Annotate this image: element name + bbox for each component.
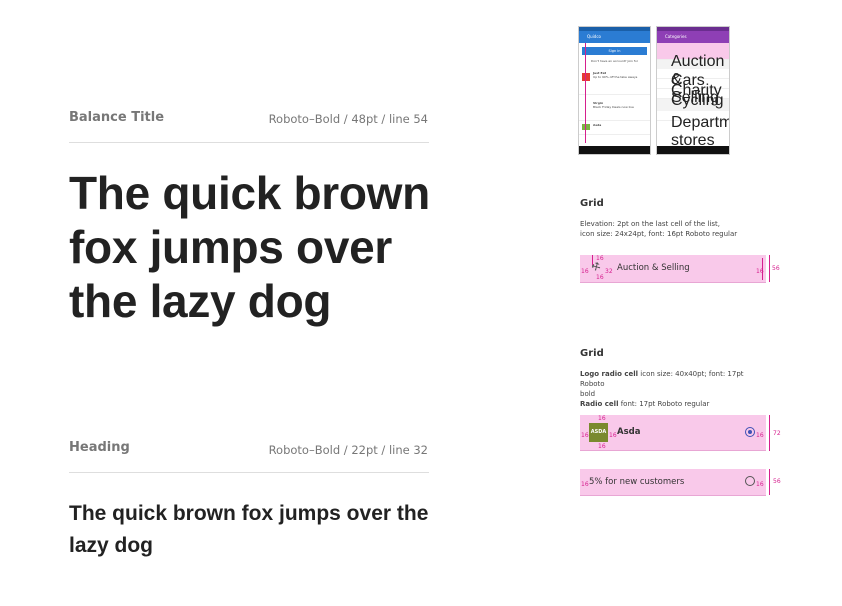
dimension-label: 16 — [598, 415, 606, 422]
logo-icon — [582, 124, 590, 130]
radio-dot — [748, 430, 752, 434]
cell-label: Asda — [617, 427, 641, 437]
nav-bar — [579, 146, 650, 154]
category-item[interactable]: Department stores — [657, 111, 729, 149]
balance-title-sample: The quick brown fox jumps over the lazy … — [69, 167, 430, 327]
screen-thumbnail-categories: Categories Auction & Selling Cars Charit… — [656, 26, 730, 155]
radio-button-unselected[interactable] — [745, 476, 755, 486]
dimension-label: 32 — [605, 268, 613, 275]
divider — [69, 142, 429, 143]
list-item[interactable]: Virgin Black Friday Deals now live — [579, 95, 650, 121]
style-name-heading: Heading — [69, 440, 130, 455]
dimension-label: 56 — [773, 478, 781, 485]
app-bar: Quidco — [579, 31, 650, 43]
logo-radio-cell[interactable]: ASDA Asda — [580, 415, 766, 451]
sign-in-button[interactable]: Sign in — [582, 47, 647, 55]
dimension-label: 72 — [773, 430, 781, 437]
dimension-label: 16 — [581, 432, 589, 439]
cell-label: Auction & Selling — [617, 263, 690, 273]
category-item[interactable]: Auction & Selling — [657, 50, 729, 106]
dimension-label: 16 — [596, 255, 604, 262]
style-meta-balance-title: Roboto–Bold / 48pt / line 54 — [268, 112, 428, 126]
divider — [69, 472, 429, 473]
category-item[interactable]: Cars — [657, 69, 729, 89]
app-bar: Categories — [657, 31, 729, 43]
dimension-label: 16 — [596, 274, 604, 281]
radio-cell[interactable]: 5% for new customers — [580, 469, 766, 496]
grid-description: Elevation: 2pt on the last cell of the l… — [580, 220, 738, 238]
dimension-label: 16 — [756, 432, 764, 439]
style-name-balance-title: Balance Title — [69, 110, 165, 125]
dimension-label: 56 — [772, 265, 780, 272]
dimension-label: 16 — [609, 432, 617, 439]
asda-logo: ASDA — [589, 423, 608, 442]
dimension-label: 16 — [598, 443, 606, 450]
list-item[interactable]: Asda — [579, 121, 650, 135]
dimension-label: 16 — [756, 481, 764, 488]
radio-button-selected[interactable] — [745, 427, 755, 437]
grid-title: Grid — [580, 198, 604, 209]
nav-bar — [657, 146, 729, 154]
dimension-label: 16 — [756, 268, 764, 275]
dimension-label: 16 — [581, 268, 589, 275]
guide-line — [585, 43, 586, 143]
grid-description: Logo radio cell icon size: 40x40pt; font… — [580, 370, 744, 408]
logo-icon — [582, 73, 590, 81]
grid-title: Grid — [580, 348, 604, 359]
dimension-label: 16 — [581, 481, 589, 488]
heading-sample: The quick brown fox jumps over the lazy … — [69, 502, 429, 557]
screen-thumbnail-home: Quidco Sign in Don't have an account? Jo… — [578, 26, 651, 155]
list-item[interactable]: Just Eat Up to 90% off the take aways — [579, 69, 650, 95]
cell-label: 5% for new customers — [589, 477, 685, 487]
style-meta-heading: Roboto–Bold / 22pt / line 32 — [268, 443, 428, 457]
